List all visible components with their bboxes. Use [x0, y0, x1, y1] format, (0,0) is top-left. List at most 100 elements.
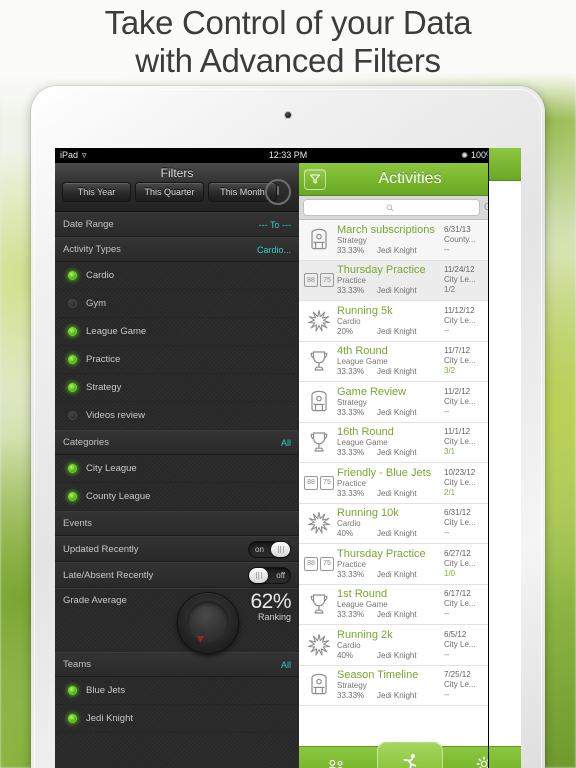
activity-score: 1/2 [444, 285, 456, 295]
tab-activities[interactable]: Activities [373, 742, 447, 768]
section-events[interactable]: Events [55, 511, 299, 536]
led-indicator-icon [68, 686, 77, 695]
led-indicator-icon [68, 714, 77, 723]
grade-average-readout: 62% Ranking [250, 591, 291, 623]
section-categories[interactable]: Categories All [55, 430, 299, 455]
activity-date: 6/31/13 [444, 224, 471, 234]
activity-person: Jedi Knight [377, 326, 417, 336]
filter-item-city-league[interactable]: City League [55, 455, 299, 483]
late-absent-toggle[interactable]: off [248, 566, 291, 584]
search-input[interactable] [303, 199, 480, 216]
activity-row[interactable]: Game Review Strategy 33.33% Jedi Knight 11/2… [299, 382, 488, 423]
activity-type-label: Practice [337, 478, 366, 488]
activity-category: City Le... [444, 518, 476, 528]
partial-right-panel[interactable]: Re [488, 148, 521, 768]
activity-meta: 33.33% Jedi Knight [337, 691, 442, 701]
activity-meta: 40% Jedi Knight [337, 651, 442, 661]
grade-average-row[interactable]: Grade Average 62% Ranking [55, 588, 299, 654]
toggle-label: Updated Recently [63, 543, 139, 555]
activity-row[interactable]: 1st Round League Game 33.33% Jedi Knight 6/1… [299, 584, 488, 625]
activity-meta: 33.33% Jedi Knight [337, 367, 442, 377]
activity-row[interactable]: Running 2k Cardio 40% Jedi Knight 6/5/12 City… [299, 625, 488, 666]
toggle-knob [271, 541, 290, 557]
filter-item-county-league[interactable]: County League [55, 483, 299, 511]
app-content: Filters This Year This Quarter This Mont… [55, 163, 521, 768]
activities-list[interactable]: March subscriptions Strategy 33.33% Jedi Kn… [299, 220, 488, 760]
segment-this-quarter[interactable]: This Quarter [135, 182, 204, 202]
dial-marker-icon [197, 636, 204, 643]
activity-meta: 33.33% Jedi Knight [337, 610, 442, 620]
toggle-row-updated-recently[interactable]: Updated Recently on [55, 536, 299, 562]
activity-type-icon [301, 506, 337, 540]
activity-row[interactable]: Running 5k Cardio 20% Jedi Knight 11/12/12 Ci… [299, 301, 488, 342]
filter-item-jedi-knight[interactable]: Jedi Knight [55, 705, 299, 733]
date-segment-control[interactable]: This Year This Quarter This Month [62, 182, 277, 202]
activity-main: Thursday Practice Practice 33.33% Jedi Knig… [337, 264, 444, 296]
tab-players[interactable]: Players [299, 747, 373, 768]
activity-category: County... [444, 234, 476, 244]
activity-row[interactable]: 16th Round League Game 33.33% Jedi Knight 11… [299, 422, 488, 463]
activity-type-icon [301, 425, 337, 459]
activity-row[interactable]: Running 10k Cardio 40% Jedi Knight 6/31/12 Ci… [299, 503, 488, 544]
filter-item-label: Gym [86, 298, 107, 309]
section-teams[interactable]: Teams All [55, 652, 299, 677]
status-clock: 12:33 PM [268, 150, 308, 160]
section-date-range[interactable]: Date Range --- To --- [55, 212, 299, 237]
score-badge-home: 88 [304, 556, 318, 571]
activity-person: Jedi Knight [377, 488, 417, 498]
activity-meta: 33.33% Jedi Knight [337, 489, 442, 499]
partial-panel-header [489, 148, 521, 181]
activity-score: 1/0 [444, 568, 456, 578]
filter-item-cardio[interactable]: Cardio [55, 262, 299, 290]
activity-meta: 33.33% Jedi Knight [337, 286, 442, 296]
activity-score: -- [444, 244, 450, 254]
funnel-icon[interactable] [304, 168, 326, 190]
activity-person: Jedi Knight [377, 529, 417, 539]
activity-percent: 33.33% [337, 488, 365, 498]
filter-item-league-game[interactable]: League Game [55, 318, 299, 346]
activity-main: Thursday Practice Practice 33.33% Jedi Knig… [337, 548, 444, 580]
toggle-row-late-absent-recently[interactable]: Late/Absent Recently off [55, 562, 299, 588]
partial-tab-label[interactable]: Re [489, 746, 521, 768]
activity-row[interactable]: 88 75 Thursday Practice Practice 33.33% Jedi … [299, 544, 488, 585]
activity-type-icon [301, 223, 337, 257]
activity-row[interactable]: 88 75 Thursday Practice Practice 33.33% Jedi … [299, 260, 488, 301]
filters-title: Filters [160, 166, 194, 180]
categories-list: City League County League [55, 455, 299, 511]
updated-recently-toggle[interactable]: on [248, 540, 291, 558]
activity-row[interactable]: 88 75 Friendly - Blue Jets Practice 33.33% Je… [299, 463, 488, 504]
activity-type-label: League Game [337, 600, 388, 610]
power-icon[interactable] [265, 179, 291, 205]
segment-this-year[interactable]: This Year [62, 182, 131, 202]
activity-main: Running 2k Cardio 40% Jedi Knight [337, 629, 444, 661]
page-title: Take Control of your Data with Advanced … [0, 0, 576, 80]
strategy-board-icon [311, 674, 327, 695]
activity-type-icon [301, 668, 337, 702]
grade-average-dial[interactable] [177, 592, 239, 654]
filter-item-strategy[interactable]: Strategy [55, 374, 299, 402]
activity-meta: 20% Jedi Knight [337, 327, 442, 337]
filter-item-gym[interactable]: Gym [55, 290, 299, 318]
filter-item-blue-jets[interactable]: Blue Jets [55, 677, 299, 705]
filter-item-practice[interactable]: Practice [55, 346, 299, 374]
activity-type-icon [301, 344, 337, 378]
activity-type-label: Cardio [337, 316, 361, 326]
activity-score: 2/1 [444, 487, 456, 497]
section-categories-label: Categories [63, 437, 109, 448]
section-events-label: Events [63, 518, 93, 529]
activity-row[interactable]: Season Timeline Strategy 33.33% Jedi Knight… [299, 665, 488, 706]
activity-row[interactable]: 4th Round League Game 33.33% Jedi Knight 11/… [299, 341, 488, 382]
filter-item-videos-review[interactable]: Videos review [55, 402, 299, 430]
activity-percent: 40% [337, 650, 354, 660]
activity-percent: 33.33% [337, 691, 365, 701]
activity-title: Running 5k [337, 304, 393, 317]
activity-score: -- [444, 690, 450, 700]
section-activity-types[interactable]: Activity Types Cardio... [55, 237, 299, 262]
activity-percent: 33.33% [337, 569, 365, 579]
section-date-range-value: --- To --- [258, 219, 291, 230]
activity-type-icon [301, 587, 337, 621]
activity-row[interactable]: March subscriptions Strategy 33.33% Jedi Kn… [299, 220, 488, 261]
activity-type-icon: 88 75 [301, 547, 337, 581]
activity-category: City Le... [444, 356, 476, 366]
led-indicator-icon [68, 271, 77, 280]
